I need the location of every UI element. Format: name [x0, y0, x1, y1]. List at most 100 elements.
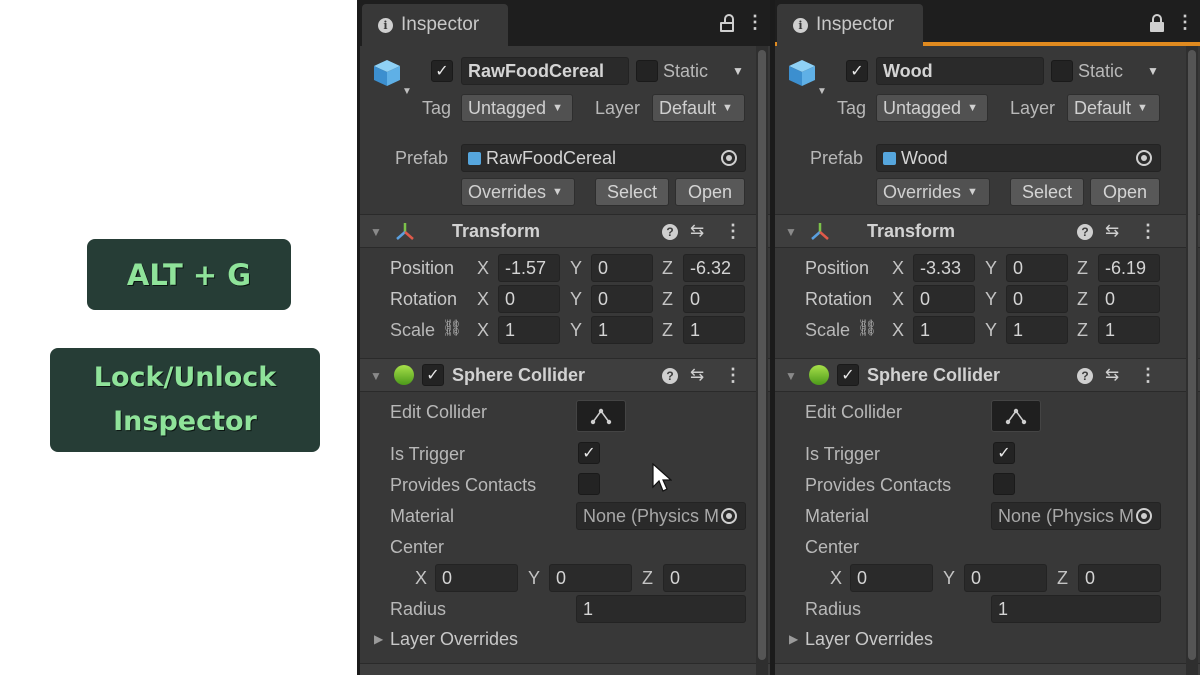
- center-z-field[interactable]: 0: [1078, 564, 1161, 592]
- is-trigger-checkbox[interactable]: ✓: [578, 442, 600, 464]
- prefab-field[interactable]: Wood: [876, 144, 1161, 172]
- scale-y-field[interactable]: 1: [1006, 316, 1068, 344]
- scale-x-field[interactable]: 1: [498, 316, 560, 344]
- provides-contacts-checkbox[interactable]: [578, 473, 600, 495]
- active-checkbox[interactable]: ✓: [431, 60, 453, 82]
- component-menu-icon[interactable]: ⋮: [1139, 221, 1157, 242]
- inspector-scrollbar[interactable]: [1186, 46, 1198, 675]
- scale-z-field[interactable]: 1: [1098, 316, 1160, 344]
- provides-contacts-checkbox[interactable]: [993, 473, 1015, 495]
- presets-icon[interactable]: ⇆: [1105, 221, 1119, 241]
- scale-z-field[interactable]: 1: [683, 316, 745, 344]
- sphere-collider-header[interactable]: ▼ ✓ Sphere Collider ? ⇆ ⋮: [775, 358, 1200, 392]
- tag-dropdown[interactable]: Untagged ▼: [461, 94, 573, 122]
- tab-inspector[interactable]: i Inspector: [362, 4, 508, 46]
- foldout-arrow-icon[interactable]: ▼: [370, 369, 382, 383]
- sphere-collider-header[interactable]: ▼ ✓ Sphere Collider ? ⇆ ⋮: [360, 358, 770, 392]
- tab-menu-icon[interactable]: ⋮: [1176, 12, 1194, 33]
- center-x-field[interactable]: 0: [850, 564, 933, 592]
- rotation-z-field[interactable]: 0: [683, 285, 745, 313]
- center-y-field[interactable]: 0: [964, 564, 1047, 592]
- presets-icon[interactable]: ⇆: [690, 221, 704, 241]
- object-picker-icon[interactable]: [721, 508, 737, 524]
- layer-dropdown[interactable]: Default ▼: [1067, 94, 1160, 122]
- help-icon[interactable]: ?: [1077, 368, 1093, 384]
- transform-header[interactable]: ▼ Transform ? ⇆ ⋮: [775, 214, 1200, 248]
- presets-icon[interactable]: ⇆: [1105, 365, 1119, 385]
- foldout-arrow-icon[interactable]: ▼: [785, 369, 797, 383]
- help-icon[interactable]: ?: [662, 368, 678, 384]
- select-button[interactable]: Select: [1010, 178, 1084, 206]
- tab-menu-icon[interactable]: ⋮: [746, 12, 764, 33]
- position-y-field[interactable]: 0: [591, 254, 653, 282]
- center-x-field[interactable]: 0: [435, 564, 518, 592]
- inspector-scrollbar[interactable]: [756, 46, 768, 675]
- is-trigger-checkbox[interactable]: ✓: [993, 442, 1015, 464]
- scrollbar-thumb[interactable]: [758, 50, 766, 660]
- open-button[interactable]: Open: [1090, 178, 1160, 206]
- object-picker-icon[interactable]: [1136, 150, 1152, 166]
- static-dropdown-arrow[interactable]: ▼: [1147, 64, 1159, 78]
- object-picker-icon[interactable]: [1136, 508, 1152, 524]
- position-z-field[interactable]: -6.19: [1098, 254, 1160, 282]
- select-button[interactable]: Select: [595, 178, 669, 206]
- icon-dropdown-arrow[interactable]: ▼: [817, 86, 827, 97]
- rotation-y-field[interactable]: 0: [1006, 285, 1068, 313]
- rotation-x-field[interactable]: 0: [913, 285, 975, 313]
- help-icon[interactable]: ?: [662, 224, 678, 240]
- foldout-arrow-icon[interactable]: ▼: [370, 225, 382, 239]
- rotation-x-field[interactable]: 0: [498, 285, 560, 313]
- radius-field[interactable]: 1: [991, 595, 1161, 623]
- rotation-z-field[interactable]: 0: [1098, 285, 1160, 313]
- object-name-field[interactable]: RawFoodCereal: [461, 57, 629, 85]
- static-checkbox[interactable]: [636, 60, 658, 82]
- link-icon[interactable]: ⛓: [857, 318, 877, 338]
- static-dropdown-arrow[interactable]: ▼: [732, 64, 744, 78]
- object-name-field[interactable]: Wood: [876, 57, 1044, 85]
- open-button[interactable]: Open: [675, 178, 745, 206]
- object-picker-icon[interactable]: [721, 150, 737, 166]
- sphere-collider-enabled-checkbox[interactable]: ✓: [837, 364, 859, 386]
- position-z-field[interactable]: -6.32: [683, 254, 745, 282]
- layer-overrides-label[interactable]: Layer Overrides: [805, 629, 933, 650]
- position-y-field[interactable]: 0: [1006, 254, 1068, 282]
- center-z-field[interactable]: 0: [663, 564, 746, 592]
- scale-x-field[interactable]: 1: [913, 316, 975, 344]
- link-icon[interactable]: ⛓: [442, 318, 462, 338]
- tab-inspector[interactable]: i Inspector: [777, 4, 923, 46]
- layer-overrides-label[interactable]: Layer Overrides: [390, 629, 518, 650]
- component-menu-icon[interactable]: ⋮: [1139, 365, 1157, 386]
- overrides-dropdown[interactable]: Overrides ▼: [461, 178, 575, 206]
- foldout-arrow-icon[interactable]: ▶: [374, 632, 383, 646]
- foldout-arrow-icon[interactable]: ▶: [789, 632, 798, 646]
- overrides-dropdown[interactable]: Overrides ▼: [876, 178, 990, 206]
- center-y-field[interactable]: 0: [549, 564, 632, 592]
- edit-collider-button[interactable]: [991, 400, 1041, 432]
- radius-field[interactable]: 1: [576, 595, 746, 623]
- foldout-arrow-icon[interactable]: ▼: [785, 225, 797, 239]
- next-component-header[interactable]: [775, 663, 1200, 675]
- lock-icon[interactable]: [720, 14, 734, 32]
- presets-icon[interactable]: ⇆: [690, 365, 704, 385]
- prefab-field[interactable]: RawFoodCereal: [461, 144, 746, 172]
- position-x-field[interactable]: -1.57: [498, 254, 560, 282]
- static-checkbox[interactable]: [1051, 60, 1073, 82]
- sphere-collider-enabled-checkbox[interactable]: ✓: [422, 364, 444, 386]
- transform-header[interactable]: ▼ Transform ? ⇆ ⋮: [360, 214, 770, 248]
- icon-dropdown-arrow[interactable]: ▼: [402, 86, 412, 97]
- scale-y-field[interactable]: 1: [591, 316, 653, 344]
- edit-collider-button[interactable]: [576, 400, 626, 432]
- component-menu-icon[interactable]: ⋮: [724, 221, 742, 242]
- material-field[interactable]: None (Physics M: [576, 502, 746, 530]
- help-icon[interactable]: ?: [1077, 224, 1093, 240]
- next-component-header[interactable]: [360, 663, 770, 675]
- lock-icon[interactable]: [1150, 14, 1164, 32]
- active-checkbox[interactable]: ✓: [846, 60, 868, 82]
- layer-dropdown[interactable]: Default ▼: [652, 94, 745, 122]
- position-x-field[interactable]: -3.33: [913, 254, 975, 282]
- rotation-y-field[interactable]: 0: [591, 285, 653, 313]
- scrollbar-thumb[interactable]: [1188, 50, 1196, 660]
- material-field[interactable]: None (Physics M: [991, 502, 1161, 530]
- tag-dropdown[interactable]: Untagged ▼: [876, 94, 988, 122]
- component-menu-icon[interactable]: ⋮: [724, 365, 742, 386]
